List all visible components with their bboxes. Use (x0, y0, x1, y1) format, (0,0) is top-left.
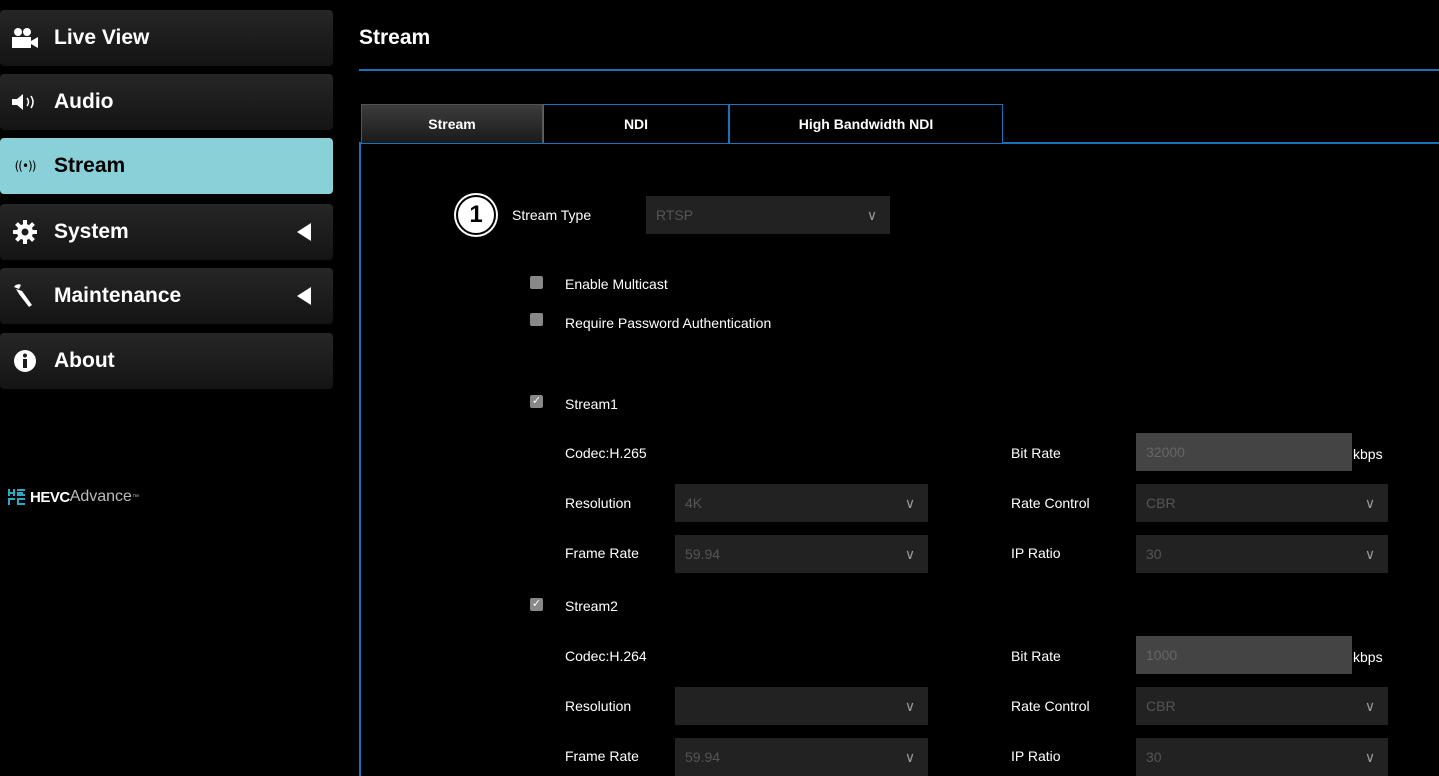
stream2-resolution-select[interactable]: ∨ (675, 687, 928, 725)
chevron-down-icon: ∨ (1364, 494, 1376, 511)
sidebar-item-label: Maintenance (54, 284, 182, 307)
chevron-down-icon: ∨ (904, 545, 916, 562)
stream1-frame-rate-select[interactable]: 59.94 ∨ (675, 535, 928, 573)
logo-trademark: ™ (131, 493, 139, 501)
logo-text-suffix: Advance (69, 488, 132, 505)
stream2-resolution-label: Resolution (565, 698, 632, 714)
expand-arrow-icon (297, 287, 311, 305)
tab-ndi[interactable]: NDI (543, 104, 729, 143)
info-icon (10, 347, 40, 375)
stream2-label: Stream2 (565, 598, 618, 614)
chevron-down-icon: ∨ (1364, 748, 1376, 765)
chevron-down-icon: ∨ (866, 206, 878, 223)
stream2-frame-rate-select[interactable]: 59.94 ∨ (675, 738, 928, 776)
stream1-ip-ratio-select[interactable]: 30 ∨ (1136, 535, 1388, 573)
expand-arrow-icon (297, 223, 311, 241)
stream1-rate-control-select[interactable]: CBR ∨ (1136, 484, 1388, 522)
stream1-resolution-label: Resolution (565, 495, 632, 511)
wrench-icon (10, 282, 40, 310)
stream2-ip-ratio-label: IP Ratio (1011, 748, 1061, 764)
sidebar-item-label: Live View (54, 26, 150, 49)
stream1-rate-control-label: Rate Control (1011, 495, 1090, 511)
sidebar-item-maintenance[interactable]: Maintenance (0, 268, 333, 324)
stream2-bit-rate-label: Bit Rate (1011, 648, 1061, 664)
stream-type-value: RTSP (656, 207, 694, 223)
require-password-checkbox[interactable] (530, 313, 543, 326)
sidebar-item-live-view[interactable]: Live View (0, 10, 333, 66)
stream2-rate-control-select[interactable]: CBR ∨ (1136, 687, 1388, 725)
chevron-down-icon: ∨ (1364, 545, 1376, 562)
stream1-rate-control-value: CBR (1146, 495, 1176, 511)
stream1-ip-ratio-value: 30 (1146, 546, 1162, 562)
chevron-down-icon: ∨ (904, 494, 916, 511)
sidebar-item-about[interactable]: About (0, 333, 333, 389)
stream1-kbps-unit: kbps (1353, 446, 1383, 462)
tab-stream[interactable]: Stream (361, 104, 543, 143)
require-password-label: Require Password Authentication (565, 315, 772, 331)
stream2-rate-control-label: Rate Control (1011, 698, 1090, 714)
chevron-down-icon: ∨ (1364, 697, 1376, 714)
chevron-down-icon: ∨ (904, 748, 916, 765)
chevron-down-icon: ∨ (904, 697, 916, 714)
hevc-advance-logo: HEVC Advance ™ (8, 484, 208, 510)
hevc-logo-icon (8, 489, 25, 505)
sidebar-item-stream[interactable]: ((•)) Stream (0, 138, 333, 194)
stream2-frame-rate-value: 59.94 (685, 749, 721, 765)
sidebar-item-label: System (54, 220, 129, 243)
stream2-frame-rate-label: Frame Rate (565, 748, 639, 764)
sidebar-item-label: About (54, 349, 115, 372)
stream1-bit-rate-input[interactable]: 32000 (1136, 433, 1352, 471)
sidebar: Live View Audio ((•)) Stream System Main… (0, 0, 333, 776)
speaker-icon (10, 88, 40, 116)
tab-high-bandwidth-ndi[interactable]: High Bandwidth NDI (729, 104, 1003, 143)
stream1-ip-ratio-label: IP Ratio (1011, 545, 1061, 561)
stream2-rate-control-value: CBR (1146, 698, 1176, 714)
enable-multicast-checkbox[interactable] (530, 276, 543, 289)
stream-type-select[interactable]: RTSP ∨ (646, 196, 890, 234)
stream1-resolution-select[interactable]: 4K ∨ (675, 484, 928, 522)
stream1-codec: Codec:H.265 (565, 445, 647, 461)
sidebar-item-system[interactable]: System (0, 204, 333, 260)
gear-icon (10, 218, 40, 246)
sidebar-item-label: Stream (54, 154, 126, 177)
stream1-label: Stream1 (565, 396, 618, 412)
stream1-frame-rate-value: 59.94 (685, 546, 721, 562)
step-number-badge: 1 (456, 195, 496, 235)
enable-multicast-label: Enable Multicast (565, 276, 668, 292)
stream1-checkbox[interactable]: ✓ (530, 395, 543, 408)
stream1-bit-rate-label: Bit Rate (1011, 445, 1061, 461)
logo-text-prefix: HEVC (30, 488, 70, 506)
video-camera-icon (10, 24, 40, 52)
stream-type-label: Stream Type (512, 207, 592, 223)
stream2-ip-ratio-select[interactable]: 30 ∨ (1136, 738, 1388, 776)
stream2-ip-ratio-value: 30 (1146, 749, 1162, 765)
broadcast-icon: ((•)) (14, 159, 37, 173)
sidebar-item-label: Audio (54, 90, 114, 113)
sidebar-item-audio[interactable]: Audio (0, 74, 333, 130)
stream2-checkbox[interactable]: ✓ (530, 598, 543, 611)
stream2-bit-rate-input[interactable]: 1000 (1136, 636, 1352, 674)
stream2-kbps-unit: kbps (1353, 649, 1383, 665)
stream1-resolution-value: 4K (685, 495, 703, 511)
stream1-frame-rate-label: Frame Rate (565, 545, 639, 561)
stream2-codec: Codec:H.264 (565, 648, 647, 664)
